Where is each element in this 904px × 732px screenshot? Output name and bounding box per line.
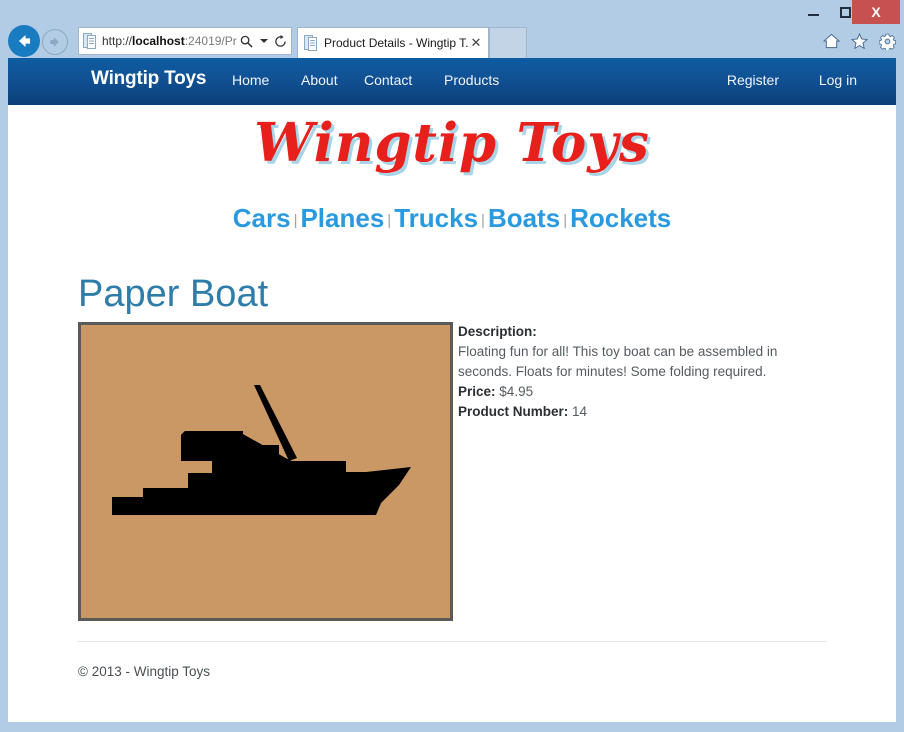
browser-toolbar: http://localhost:24019/Pr	[0, 24, 904, 58]
back-arrow-icon	[14, 31, 34, 51]
site-brand[interactable]: Wingtip Toys	[91, 68, 206, 90]
category-separator: |	[560, 212, 570, 229]
url-host: localhost	[132, 34, 185, 48]
nav-link-contact[interactable]: Contact	[364, 72, 412, 88]
tab-close-button[interactable]: ✕	[468, 35, 484, 51]
nav-link-products[interactable]: Products	[444, 72, 499, 88]
browser-tool-icons	[820, 29, 898, 53]
star-icon[interactable]	[848, 29, 870, 53]
footer-copyright: © 2013 - Wingtip Toys	[78, 664, 210, 679]
minimize-button[interactable]	[800, 0, 826, 24]
category-nav: Cars|Planes|Trucks|Boats|Rockets	[8, 203, 896, 234]
maximize-icon	[840, 7, 851, 18]
product-number-row: Product Number: 14	[458, 402, 803, 422]
minimize-icon	[808, 14, 819, 16]
category-link-boats[interactable]: Boats	[488, 203, 560, 233]
page-icon	[304, 35, 318, 51]
site-navbar: Wingtip Toys Home About Contact Products…	[8, 58, 896, 105]
home-icon[interactable]	[820, 29, 842, 53]
refresh-icon[interactable]	[272, 28, 289, 54]
close-button[interactable]: X	[852, 0, 900, 24]
description-text: Floating fun for all! This toy boat can …	[458, 342, 803, 382]
product-number-label: Product Number:	[458, 404, 568, 419]
forward-button[interactable]	[42, 29, 68, 55]
new-tab-button[interactable]	[489, 27, 527, 58]
page-title: Paper Boat	[78, 273, 268, 316]
description-label: Description:	[458, 322, 803, 342]
browser-tab[interactable]: Product Details - Wingtip T... ✕	[297, 27, 489, 58]
product-number-value: 14	[572, 404, 587, 419]
close-icon: X	[871, 4, 880, 20]
nav-link-register[interactable]: Register	[727, 72, 779, 88]
price-row: Price: $4.95	[458, 382, 803, 402]
address-bar[interactable]: http://localhost:24019/Pr	[78, 27, 292, 55]
gear-icon[interactable]	[876, 29, 898, 53]
price-label: Price:	[458, 384, 496, 399]
price-value: $4.95	[499, 384, 533, 399]
category-separator: |	[478, 212, 488, 229]
page-viewport: Wingtip Toys Home About Contact Products…	[8, 58, 896, 722]
url-path: :24019/Pr	[185, 34, 237, 48]
category-separator: |	[384, 212, 394, 229]
browser-window: X http://localhost:24019/Pr	[0, 0, 904, 732]
forward-arrow-icon	[47, 34, 63, 50]
footer-divider	[78, 641, 826, 642]
boat-silhouette-icon	[81, 325, 450, 618]
chevron-down-icon[interactable]	[255, 28, 272, 54]
search-icon[interactable]	[238, 28, 255, 54]
site-logo: Wingtip Toys	[8, 112, 896, 174]
category-link-cars[interactable]: Cars	[233, 203, 291, 233]
nav-link-login[interactable]: Log in	[819, 72, 857, 88]
back-button[interactable]	[8, 25, 40, 57]
category-link-rockets[interactable]: Rockets	[570, 203, 671, 233]
page-icon	[83, 33, 97, 49]
category-separator: |	[291, 212, 301, 229]
product-details: Description: Floating fun for all! This …	[458, 322, 803, 422]
nav-link-about[interactable]: About	[301, 72, 338, 88]
product-image	[78, 322, 453, 621]
tab-title: Product Details - Wingtip T...	[324, 36, 468, 50]
category-link-trucks[interactable]: Trucks	[394, 203, 478, 233]
url-scheme: http://	[102, 34, 132, 48]
url-text: http://localhost:24019/Pr	[102, 34, 238, 48]
category-link-planes[interactable]: Planes	[300, 203, 384, 233]
nav-link-home[interactable]: Home	[232, 72, 269, 88]
title-bar: X	[0, 0, 904, 24]
